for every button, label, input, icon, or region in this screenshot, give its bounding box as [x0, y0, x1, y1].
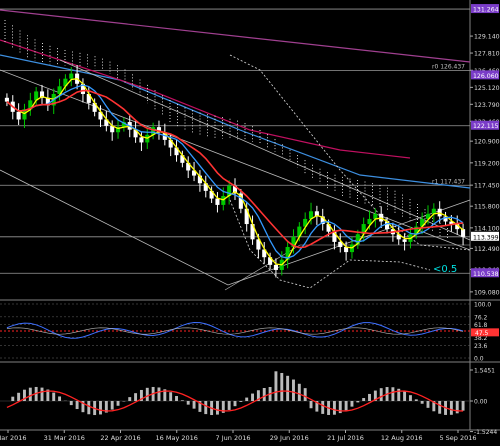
price-flag-label: 122.115 — [473, 123, 499, 130]
macd-tick-label: 0.00 — [474, 399, 488, 406]
chart-annotation: <0.5 — [433, 264, 457, 275]
macd-tick-label: 1.5451 — [474, 368, 495, 375]
current-price-label: 113.399 — [473, 234, 499, 241]
level-label: r0 126.437 — [432, 64, 465, 71]
price-tick-label: 115.800 — [474, 204, 500, 211]
candle-body[interactable] — [215, 198, 220, 205]
price-flag-label: 110.538 — [473, 271, 499, 278]
level-label: r1 117.437 — [432, 178, 465, 185]
time-tick-label: 5 Sep 2016 — [439, 434, 476, 442]
time-tick-label: 22 Apr 2016 — [100, 434, 140, 442]
time-tick-label: 7 Jun 2016 — [216, 434, 251, 442]
candle-body[interactable] — [139, 137, 144, 143]
price-tick-label: 109.080 — [474, 289, 500, 296]
candle-body[interactable] — [4, 97, 9, 102]
time-tick-label: 31 Mar 2016 — [44, 434, 85, 442]
time-tick-label: 12 Aug 2016 — [381, 434, 423, 442]
price-tick-label: 119.200 — [474, 160, 500, 167]
candle-body[interactable] — [69, 73, 74, 79]
time-tick-label: 16 May 2016 — [156, 434, 198, 442]
candle-body[interactable] — [461, 229, 466, 237]
rsi-tick-label: 76.2 — [474, 314, 488, 321]
rsi-current-label: 47.5 — [475, 330, 489, 337]
price-flag-label: 131.264 — [473, 7, 499, 14]
candle-body[interactable] — [402, 239, 407, 242]
price-tick-label: 120.900 — [474, 139, 500, 146]
price-tick-label: 114.100 — [474, 225, 500, 232]
time-tick-label: 21 Jul 2016 — [327, 434, 364, 442]
price-tick-label: 112.490 — [474, 246, 500, 253]
price-flag-label: 126.060 — [473, 73, 499, 80]
time-tick-label: 9 Mar 2016 — [0, 434, 27, 442]
price-tick-label: 123.790 — [474, 102, 500, 109]
trading-chart[interactable]: r0 126.437r1 117.437 100.076.261.850.038… — [0, 0, 500, 446]
candle-body[interactable] — [273, 264, 278, 270]
chart-canvas[interactable]: r0 126.437r1 117.437 100.076.261.850.038… — [0, 0, 500, 446]
macd-tick-label: -1.5244 — [474, 429, 497, 436]
price-tick-label: 129.140 — [474, 34, 500, 41]
price-tick-label: 127.810 — [474, 51, 500, 58]
rsi-tick-label: 0.0 — [474, 356, 484, 363]
candle-body[interactable] — [16, 111, 21, 120]
price-tick-label: 125.120 — [474, 85, 500, 92]
price-tick-label: 117.450 — [474, 183, 500, 190]
rsi-tick-label: 100.0 — [474, 302, 491, 309]
time-tick-label: 29 Jun 2016 — [270, 434, 309, 442]
rsi-tick-label: 23.6 — [474, 343, 488, 350]
